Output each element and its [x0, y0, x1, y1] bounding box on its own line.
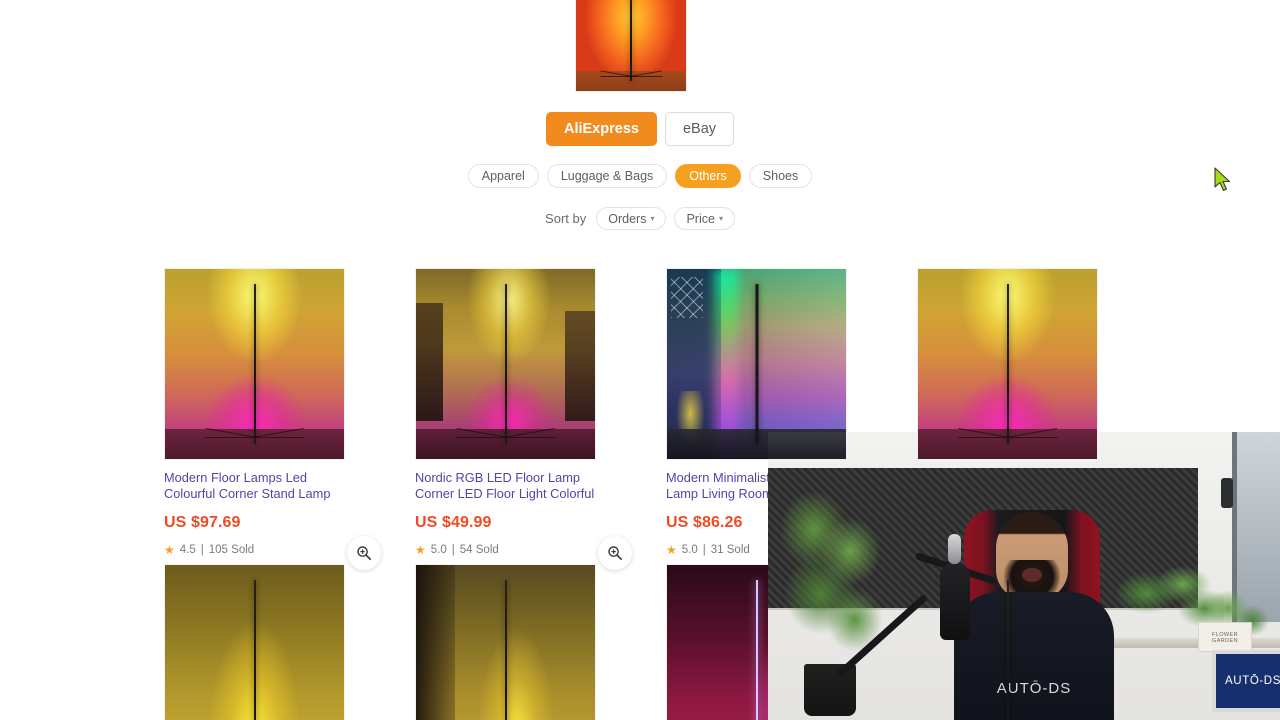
webcam-overlay: AUTŌ-DS FLOWER GARDEN AUTŌ-DS — [768, 432, 1280, 720]
sort-orders-label: Orders — [608, 211, 647, 226]
product-sold-count: 31 Sold — [710, 544, 750, 556]
product-title[interactable]: Modern Floor Lamps Led Colourful Corner … — [164, 470, 345, 501]
product-image[interactable] — [917, 268, 1098, 460]
category-chip-luggage-and-bags[interactable]: Luggage & Bags — [546, 164, 668, 188]
hero-lamp-image — [576, 0, 686, 91]
category-filter-row: Apparel Luggage & Bags Others Shoes — [0, 164, 1280, 188]
product-image[interactable] — [164, 268, 345, 460]
product-quick-view-button[interactable] — [347, 536, 381, 570]
category-chip-others[interactable]: Others — [675, 164, 741, 188]
product-rating: 5.0 — [430, 544, 447, 556]
decor-sign-small-text: FLOWER GARDEN — [1212, 632, 1238, 644]
star-icon: ★ — [666, 543, 677, 557]
star-icon: ★ — [415, 543, 426, 557]
product-card[interactable]: Modern Floor Lamps Led Colourful Corner … — [164, 268, 381, 570]
product-image[interactable] — [666, 268, 847, 460]
product-card[interactable] — [415, 564, 596, 720]
meta-separator: | — [451, 544, 455, 556]
microphone — [940, 534, 970, 640]
marketplace-button-aliexpress[interactable]: AliExpress — [545, 112, 657, 146]
chevron-down-icon: ▾ — [718, 213, 723, 223]
presenter-torso — [954, 592, 1114, 720]
presenter-mouth — [1022, 568, 1042, 582]
product-meta: ★ 5.0 | 54 Sold — [415, 544, 596, 556]
mouse-cursor — [1213, 167, 1233, 193]
sort-by-label: Sort by — [545, 211, 587, 226]
zoom-in-icon — [608, 546, 623, 561]
category-chip-apparel[interactable]: Apparel — [467, 164, 539, 188]
chevron-down-icon: ▾ — [650, 213, 655, 223]
sort-dropdown-orders[interactable]: Orders ▾ — [596, 207, 667, 230]
sort-row: Sort by Orders ▾ Price ▾ — [0, 207, 1280, 230]
product-title[interactable]: Nordic RGB LED Floor Lamp Corner LED Flo… — [415, 470, 596, 501]
product-price: US $97.69 — [164, 514, 241, 531]
category-chip-shoes[interactable]: Shoes — [748, 164, 813, 188]
decor-sign-small: FLOWER GARDEN — [1198, 622, 1252, 652]
presenter-shirt-logo: AUTŌ-DS — [996, 680, 1072, 697]
product-sold-count: 54 Sold — [459, 544, 499, 556]
product-price: US $49.99 — [415, 514, 492, 531]
product-image[interactable] — [415, 564, 596, 720]
product-sold-count: 105 Sold — [208, 544, 255, 556]
screen-root: AliExpress eBay Apparel Luggage & Bags O… — [0, 0, 1280, 720]
product-rating: 4.5 — [179, 544, 196, 556]
product-quick-view-button[interactable] — [598, 536, 632, 570]
zoom-in-icon — [357, 546, 372, 561]
brand-sign: AUTŌ-DS — [1212, 650, 1280, 712]
product-rating: 5.0 — [681, 544, 698, 556]
product-image[interactable] — [415, 268, 596, 460]
star-icon: ★ — [164, 543, 175, 557]
hero-product-thumbnail[interactable] — [575, 0, 687, 92]
sort-price-label: Price — [686, 211, 715, 226]
marketplace-button-ebay[interactable]: eBay — [664, 112, 735, 146]
meta-separator: | — [702, 544, 706, 556]
product-meta: ★ 4.5 | 105 Sold — [164, 544, 345, 556]
meta-separator: | — [200, 544, 204, 556]
product-card[interactable] — [164, 564, 345, 720]
product-image[interactable] — [164, 564, 345, 720]
brand-sign-text: AUTŌ-DS — [1225, 675, 1280, 687]
marketplace-toggle-row: AliExpress eBay — [0, 112, 1280, 146]
product-card[interactable]: Nordic RGB LED Floor Lamp Corner LED Flo… — [415, 268, 632, 570]
sort-dropdown-price[interactable]: Price ▾ — [674, 207, 735, 230]
